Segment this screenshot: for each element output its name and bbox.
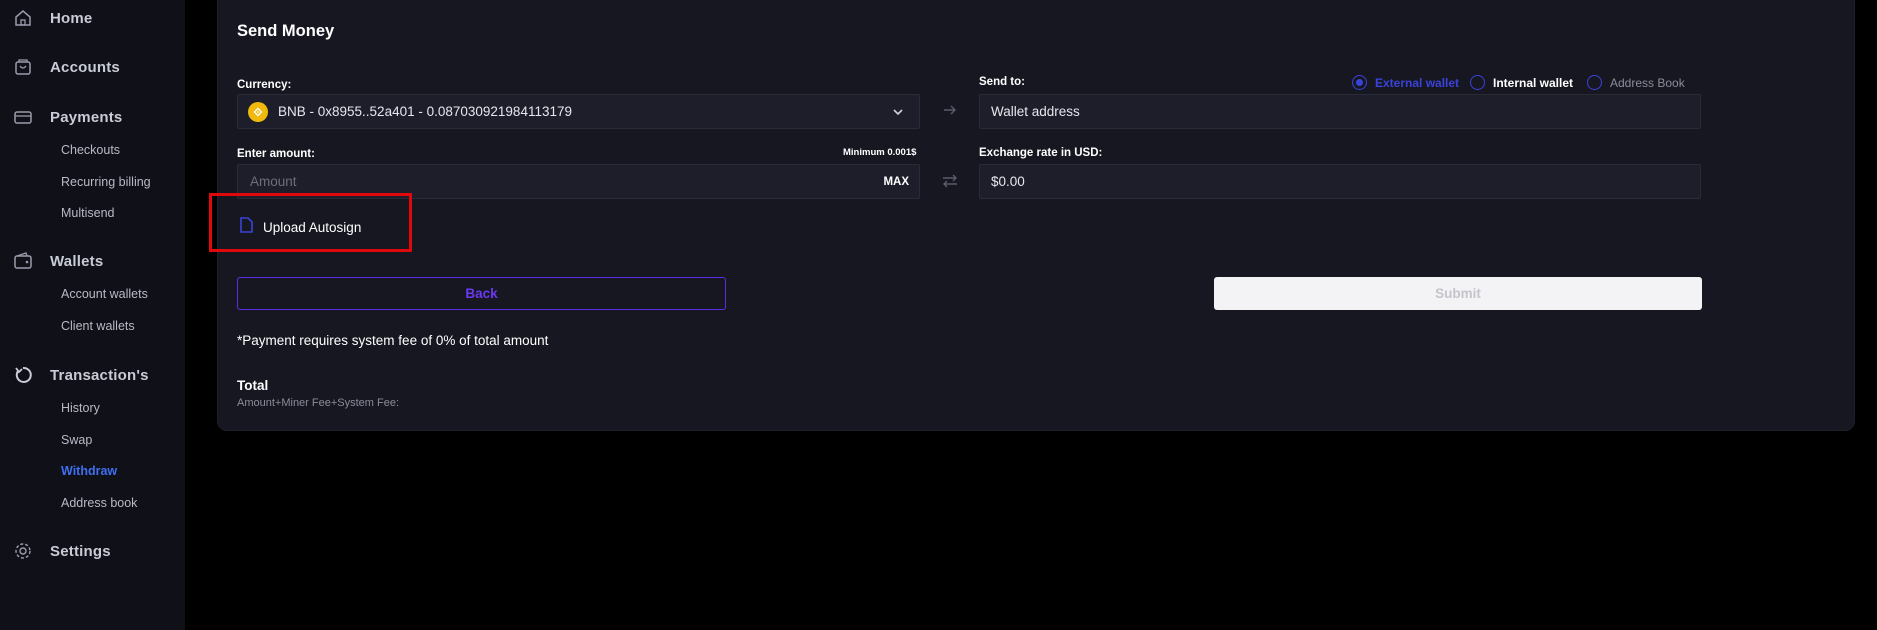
sidebar-sub-client-wallets[interactable]: Client wallets (61, 319, 135, 333)
sidebar-sub-withdraw[interactable]: Withdraw (61, 464, 117, 478)
radio-label: Internal wallet (1493, 75, 1574, 90)
send-to-label: Send to: (979, 76, 1025, 88)
sidebar-sub-checkouts[interactable]: Checkouts (61, 143, 120, 157)
sidebar-item-label: Wallets (50, 252, 104, 270)
radio-button (1352, 75, 1367, 90)
currency-value: BNB - 0x8955..52a401 - 0.087030921984113… (278, 104, 572, 119)
wallet-icon (12, 250, 34, 272)
currency-select[interactable]: BNB - 0x8955..52a401 - 0.087030921984113… (237, 94, 920, 129)
exchange-rate-field: $0.00 (979, 164, 1701, 199)
exchange-rate-value: $0.00 (991, 174, 1025, 189)
radio-internal-wallet[interactable]: Internal wallet (1470, 75, 1573, 90)
sidebar-item-label: Transaction's (50, 366, 149, 384)
radio-label: External wallet (1375, 75, 1460, 90)
chevron-down-icon (891, 105, 905, 124)
page-title: Send Money (237, 22, 335, 40)
radio-label: Address Book (1610, 75, 1685, 90)
radio-button (1587, 75, 1602, 90)
radio-address-book[interactable]: Address Book (1587, 75, 1685, 90)
sidebar-item-payments[interactable]: Payments (0, 102, 185, 132)
sidebar-sub-address-book[interactable]: Address book (61, 496, 137, 510)
currency-label: Currency: (237, 79, 292, 91)
sidebar-item-label: Payments (50, 108, 123, 126)
sidebar-item-label: Settings (50, 542, 111, 560)
history-icon (12, 364, 34, 386)
back-button[interactable]: Back (237, 277, 726, 310)
sidebar-item-wallets[interactable]: Wallets (0, 246, 185, 276)
total-label: Total (237, 378, 269, 393)
minimum-amount: Minimum 0.001$ (843, 147, 917, 158)
sidebar: Home Accounts Payments Checkouts Recurri… (0, 0, 185, 630)
bnb-icon (248, 101, 268, 122)
accounts-icon (12, 56, 34, 78)
sidebar-sub-multisend[interactable]: Multisend (61, 206, 115, 220)
swap-icon (939, 170, 961, 192)
fee-note: *Payment requires system fee of 0% of to… (237, 333, 549, 348)
wallet-address-input[interactable]: Wallet address (979, 94, 1701, 129)
sidebar-item-home[interactable]: Home (0, 3, 185, 33)
sidebar-sub-swap[interactable]: Swap (61, 433, 92, 447)
sidebar-item-accounts[interactable]: Accounts (0, 52, 185, 82)
exchange-rate-label: Exchange rate in USD: (979, 147, 1103, 159)
radio-button (1470, 75, 1485, 90)
amount-label: Enter amount: (237, 148, 315, 160)
sidebar-sub-history[interactable]: History (61, 401, 100, 415)
gear-icon (12, 540, 34, 562)
sidebar-sub-account-wallets[interactable]: Account wallets (61, 287, 148, 301)
arrow-right-icon (939, 99, 961, 121)
payments-icon (12, 106, 34, 128)
sidebar-item-label: Accounts (50, 58, 120, 76)
radio-external-wallet[interactable]: External wallet (1352, 75, 1459, 90)
submit-button[interactable]: Submit (1214, 277, 1702, 310)
wallet-address-placeholder: Wallet address (991, 104, 1080, 119)
home-icon (12, 7, 34, 29)
max-button[interactable]: MAX (883, 176, 909, 188)
highlight-box (209, 193, 412, 252)
sidebar-item-transactions[interactable]: Transaction's (0, 360, 185, 390)
send-money-card (217, 0, 1855, 431)
sidebar-item-settings[interactable]: Settings (0, 536, 185, 566)
total-breakdown: Amount+Miner Fee+System Fee: (237, 397, 400, 409)
sidebar-item-label: Home (50, 9, 93, 27)
sidebar-sub-recurring-billing[interactable]: Recurring billing (61, 175, 151, 189)
amount-placeholder: Amount (250, 174, 297, 189)
